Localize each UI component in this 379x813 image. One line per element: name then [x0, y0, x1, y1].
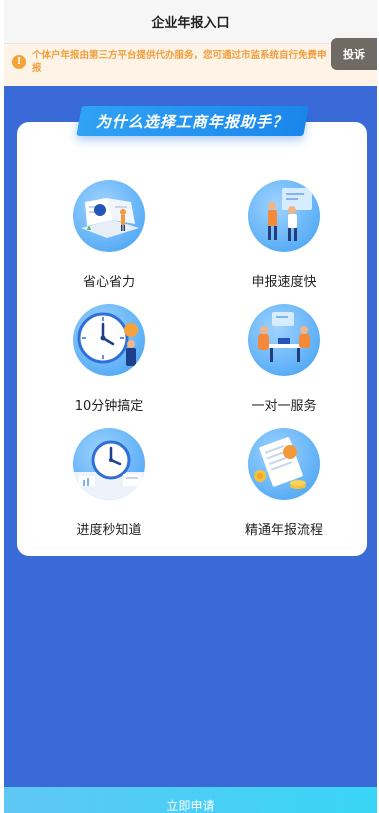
complaint-button[interactable]: 投诉	[331, 38, 377, 70]
team-presentation-icon	[248, 180, 320, 252]
apply-now-button[interactable]: 立即申请	[4, 787, 377, 813]
feature-item-effortless: 省心省力	[44, 180, 174, 290]
feature-label: 10分钟搞定	[74, 399, 144, 414]
feature-label: 进度秒知道	[76, 523, 142, 538]
feature-item-one-on-one: 一对一服务	[219, 304, 349, 414]
feature-label: 一对一服务	[251, 399, 317, 414]
feature-label: 申报速度快	[251, 275, 317, 290]
feature-label: 精通年报流程	[244, 523, 323, 538]
notice-bar: ! 个体户年报由第三方平台提供代办服务，您可通过市监系统自行免费申报	[4, 44, 377, 86]
feature-label: 省心省力	[82, 275, 135, 290]
top-bar: 企业年报入口	[4, 0, 377, 44]
document-coins-icon	[248, 428, 320, 500]
consultation-icon	[248, 304, 320, 376]
section-banner: 为什么选择工商年报助手？	[76, 106, 309, 136]
info-circle-icon: !	[12, 55, 26, 69]
notice-text: 个体户年报由第三方平台提供代办服务，您可通过市监系统自行免费申报	[32, 50, 327, 74]
banner-title: 为什么选择工商年报助手？	[96, 112, 289, 131]
app-frame: 企业年报入口 ! 个体户年报由第三方平台提供代办服务，您可通过市监系统自行免费申…	[4, 0, 377, 813]
page-title: 企业年报入口	[151, 16, 230, 31]
feature-item-ten-minutes: 10分钟搞定	[44, 304, 174, 414]
clock-calendar-icon	[73, 428, 145, 500]
clock-icon	[73, 304, 145, 376]
feature-item-progress: 进度秒知道	[44, 428, 174, 538]
feature-item-fast-filing: 申报速度快	[219, 180, 349, 290]
book-worker-icon	[73, 180, 145, 252]
feature-item-expertise: 精通年报流程	[219, 428, 349, 538]
